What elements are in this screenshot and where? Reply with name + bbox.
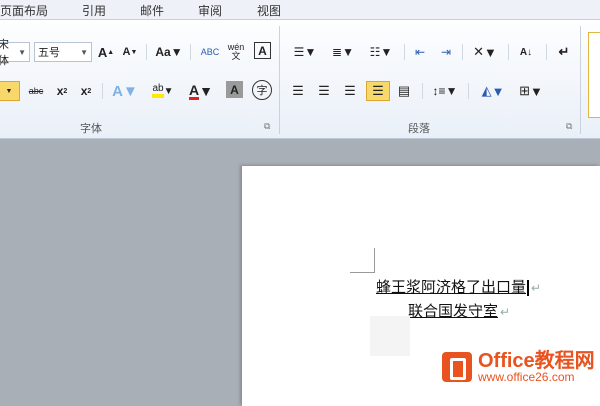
chevron-down-icon: ▼ [445,84,458,98]
chevron-down-icon: ▼ [530,83,543,99]
numbering-button[interactable]: ≣ ▼ [326,42,360,62]
show-marks-button[interactable]: ↵ [554,42,574,62]
separator [462,44,463,60]
chevron-down-icon: ▼ [491,83,505,99]
align-right-icon[interactable]: ☰ [340,81,360,101]
font-color-button[interactable]: A ▼ [184,81,218,101]
tab-view[interactable]: 视图 [257,2,281,19]
phonetic-guide-icon[interactable]: wén 文 [226,42,246,62]
multilevel-list-button[interactable]: ☷ ▼ [364,42,398,62]
watermark: Office教程网 www.office26.com [442,351,595,383]
chevron-down-icon: ▼ [170,45,183,59]
sort-button[interactable]: A↓ [516,42,536,62]
strikethrough-button[interactable]: abc [24,81,48,101]
shading-button[interactable]: ◭ ▼ [476,81,510,101]
decrease-indent-icon[interactable]: ⇤ [410,42,430,62]
watermark-brand: Office教程网 [478,350,595,372]
clear-formatting-icon[interactable]: ABC [200,42,220,62]
separator [468,83,469,99]
borders-button[interactable]: ⊞ ▼ [514,81,548,101]
increase-indent-icon[interactable]: ⇥ [436,42,456,62]
watermark-url: www.office26.com [478,370,575,384]
chinese-layout-button[interactable]: ✕ ▼ [468,42,502,62]
chevron-down-icon: ▼ [163,85,174,97]
paragraph-dialog-launcher-icon[interactable]: ⧉ [566,121,572,132]
change-case-button[interactable]: Aa ▼ [154,42,184,62]
character-border-button[interactable]: A [254,42,271,59]
ribbon-tab-bar: 页面布局 引用 邮件 审阅 视图 [0,0,600,20]
tab-page-layout[interactable]: 页面布局 [0,2,48,19]
paragraph-mark-icon: ↵ [500,305,511,319]
subscript-button[interactable]: x2 [52,81,72,101]
separator [422,83,423,99]
chevron-down-icon: ▼ [5,87,13,95]
chevron-down-icon: ▼ [199,83,213,99]
blurred-region [370,316,410,356]
chevron-down-icon: ▼ [304,45,317,59]
separator [102,83,103,99]
text-cursor [527,280,530,297]
font-group-label: 字体 [80,123,102,135]
group-divider [279,26,280,134]
font-size-combo[interactable]: 五号 ▼ [34,42,92,62]
highlighted-button[interactable]: ▼ [0,81,20,101]
tab-review[interactable]: 审阅 [198,2,222,19]
chevron-down-icon: ▼ [484,44,497,60]
grow-font-button[interactable]: A ▲ [96,42,116,62]
tab-references[interactable]: 引用 [82,2,106,19]
shrink-font-button[interactable]: A ▼ [120,42,140,62]
align-center-icon[interactable]: ☰ [314,81,334,101]
character-shading-button[interactable]: A [226,81,243,98]
separator [190,44,191,60]
text-effects-button[interactable]: A ▼ [110,81,140,101]
chevron-down-icon: ▼ [80,47,88,57]
tab-mailings[interactable]: 邮件 [140,2,164,19]
enclose-characters-button[interactable]: 字 [252,80,272,100]
align-left-icon[interactable]: ☰ [288,81,308,101]
separator [146,44,147,60]
group-divider [580,26,581,134]
superscript-button[interactable]: x2 [76,81,96,101]
separator [508,44,509,60]
margin-marker [350,248,375,273]
font-name-combo[interactable]: 宋体 ▼ [0,39,30,67]
chevron-down-icon: ▼ [122,82,138,100]
separator [546,44,547,60]
chevron-down-icon: ▼ [342,45,354,59]
ribbon: 宋体 ▼ 五号 ▼ A ▲ A ▼ Aa ▼ ABC wén 文 A ▼ abc x2 x2… [0,20,600,139]
chevron-down-icon: ▼ [380,45,393,59]
highlight-color-button[interactable]: ab ▼ [146,81,180,101]
office-logo-icon [442,352,472,382]
distributed-align-icon[interactable]: ▤ [394,81,414,101]
separator [404,44,405,60]
justify-icon[interactable]: ☰ [366,81,390,101]
styles-gallery[interactable] [588,32,600,118]
chevron-down-icon: ▼ [18,47,26,57]
document-line-1[interactable]: 蜂王浆阿济格了出口量 ↵ [376,276,541,297]
line-spacing-button[interactable]: ↕≡ ▼ [428,81,462,101]
document-line-2[interactable]: 联合国发守室 ↵ [408,300,510,321]
paragraph-group-label: 段落 [408,123,430,135]
bullets-button[interactable]: ☰ ▼ [288,42,322,62]
font-dialog-launcher-icon[interactable]: ⧉ [264,121,270,132]
paragraph-mark-icon: ↵ [531,281,542,295]
